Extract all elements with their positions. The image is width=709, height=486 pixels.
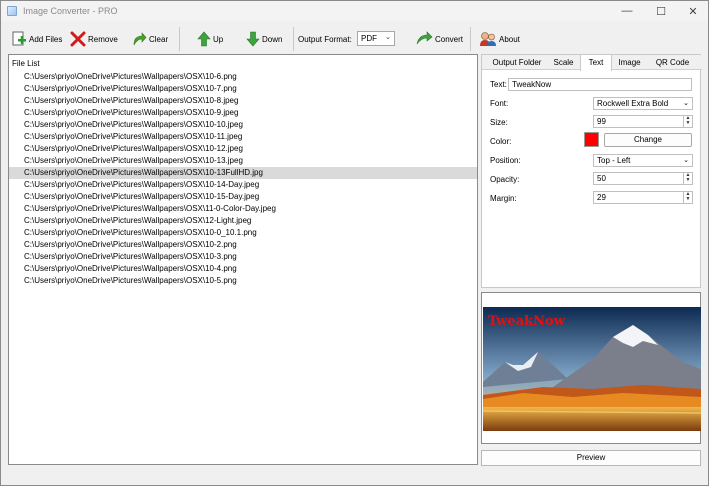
list-item[interactable]: C:\Users\priyo\OneDrive\Pictures\Wallpap… (9, 131, 477, 143)
toolbar-separator (293, 27, 294, 51)
preview-frame: TweakNow (481, 292, 701, 444)
list-item[interactable]: C:\Users\priyo\OneDrive\Pictures\Wallpap… (9, 119, 477, 131)
output-format-label: Output Format: (298, 34, 352, 44)
app-window: Image Converter - PRO — ☐ ✕ Add Files Re… (0, 0, 709, 486)
change-color-button[interactable]: Change (604, 133, 692, 147)
list-item[interactable]: C:\Users\priyo\OneDrive\Pictures\Wallpap… (9, 107, 477, 119)
opacity-label: Opacity: (490, 175, 520, 184)
list-item[interactable]: C:\Users\priyo\OneDrive\Pictures\Wallpap… (9, 167, 477, 179)
list-item[interactable]: C:\Users\priyo\OneDrive\Pictures\Wallpap… (9, 275, 477, 287)
convert-icon (416, 31, 433, 45)
output-format-value: PDF (361, 34, 377, 43)
clear-button[interactable]: Clear (131, 23, 168, 55)
color-swatch[interactable] (584, 132, 599, 147)
add-files-label: Add Files (29, 34, 63, 44)
font-label: Font: (490, 99, 509, 108)
remove-button[interactable]: Remove (70, 23, 118, 55)
up-button[interactable]: Up (197, 23, 223, 55)
down-button[interactable]: Down (246, 23, 282, 55)
size-spinner[interactable]: 99 ▲ ▼ (593, 115, 693, 128)
spinner-arrows-icon[interactable]: ▲ ▼ (683, 192, 692, 203)
list-item[interactable]: C:\Users\priyo\OneDrive\Pictures\Wallpap… (9, 179, 477, 191)
tab-text[interactable]: Text (580, 54, 612, 71)
tab-output-folder[interactable]: Output Folder (486, 55, 548, 70)
file-list-rows: C:\Users\priyo\OneDrive\Pictures\Wallpap… (9, 71, 477, 287)
list-item[interactable]: C:\Users\priyo\OneDrive\Pictures\Wallpap… (9, 83, 477, 95)
list-item[interactable]: C:\Users\priyo\OneDrive\Pictures\Wallpap… (9, 227, 477, 239)
list-item[interactable]: C:\Users\priyo\OneDrive\Pictures\Wallpap… (9, 239, 477, 251)
about-button[interactable]: About (479, 23, 520, 55)
convert-label: Convert (435, 34, 464, 44)
chevron-down-icon: ⌄ (385, 34, 391, 41)
text-field[interactable]: TweakNow (508, 78, 692, 91)
list-item[interactable]: C:\Users\priyo\OneDrive\Pictures\Wallpap… (9, 71, 477, 83)
margin-label: Margin: (490, 194, 517, 203)
chevron-down-icon: ⌄ (683, 157, 689, 164)
opacity-spinner[interactable]: 50 ▲ ▼ (593, 172, 693, 185)
clear-label: Clear (149, 34, 169, 44)
file-list-header: File List (12, 59, 40, 68)
position-select-value: Top - Left (597, 156, 631, 165)
app-icon (7, 6, 17, 16)
opacity-value: 50 (597, 174, 606, 183)
remove-icon (70, 31, 86, 47)
convert-button[interactable]: Convert (415, 23, 463, 55)
tab-qr-code[interactable]: QR Code (649, 55, 696, 70)
spinner-arrows-icon[interactable]: ▲ ▼ (683, 173, 692, 184)
preview-overlay-text: TweakNow (488, 314, 565, 329)
chevron-down-icon: ⌄ (683, 100, 689, 107)
color-label: Color: (490, 137, 512, 146)
minimize-button[interactable]: — (612, 1, 642, 21)
size-label: Size: (490, 118, 508, 127)
arrow-down-icon (246, 31, 260, 47)
maximize-button[interactable]: ☐ (646, 1, 676, 21)
font-select-value: Rockwell Extra Bold (597, 99, 669, 108)
tab-scale[interactable]: Scale (548, 55, 579, 70)
remove-label: Remove (88, 34, 118, 44)
toolbar-separator (179, 27, 180, 51)
list-item[interactable]: C:\Users\priyo\OneDrive\Pictures\Wallpap… (9, 263, 477, 275)
arrow-up-icon (197, 31, 211, 47)
settings-panel: Output Folder Scale Text Image QR Code T… (481, 54, 702, 288)
clear-icon (133, 32, 147, 46)
preview-button[interactable]: Preview (481, 450, 701, 466)
list-item[interactable]: C:\Users\priyo\OneDrive\Pictures\Wallpap… (9, 143, 477, 155)
file-list[interactable]: File List C:\Users\priyo\OneDrive\Pictur… (8, 54, 478, 465)
size-value: 99 (597, 117, 606, 126)
output-format-select[interactable]: PDF ⌄ (357, 31, 395, 46)
font-select[interactable]: Rockwell Extra Bold ⌄ (593, 97, 693, 110)
margin-value: 29 (597, 193, 606, 202)
add-files-button[interactable]: Add Files (11, 23, 62, 55)
toolbar-separator (470, 27, 471, 51)
preview-image: TweakNow (483, 307, 701, 431)
down-label: Down (262, 34, 283, 44)
close-button[interactable]: ✕ (678, 1, 708, 21)
list-item[interactable]: C:\Users\priyo\OneDrive\Pictures\Wallpap… (9, 191, 477, 203)
list-item[interactable]: C:\Users\priyo\OneDrive\Pictures\Wallpap… (9, 155, 477, 167)
position-select[interactable]: Top - Left ⌄ (593, 154, 693, 167)
list-item[interactable]: C:\Users\priyo\OneDrive\Pictures\Wallpap… (9, 251, 477, 263)
window-title: Image Converter - PRO (23, 6, 118, 16)
toolbar: Add Files Remove Clear Up Down Output Fo… (1, 23, 708, 55)
list-item[interactable]: C:\Users\priyo\OneDrive\Pictures\Wallpap… (9, 203, 477, 215)
position-label: Position: (490, 156, 521, 165)
title-bar: Image Converter - PRO — ☐ ✕ (1, 1, 708, 21)
margin-spinner[interactable]: 29 ▲ ▼ (593, 191, 693, 204)
list-item[interactable]: C:\Users\priyo\OneDrive\Pictures\Wallpap… (9, 95, 477, 107)
text-field-value: TweakNow (512, 80, 552, 89)
list-item[interactable]: C:\Users\priyo\OneDrive\Pictures\Wallpap… (9, 215, 477, 227)
tab-strip: Output Folder Scale Text Image QR Code (482, 54, 702, 71)
users-icon (480, 32, 496, 46)
spinner-arrows-icon[interactable]: ▲ ▼ (683, 116, 692, 127)
text-label: Text: (490, 80, 507, 89)
add-files-icon (12, 31, 26, 46)
tab-image[interactable]: Image (613, 55, 646, 70)
about-label: About (499, 34, 520, 44)
up-label: Up (213, 34, 224, 44)
